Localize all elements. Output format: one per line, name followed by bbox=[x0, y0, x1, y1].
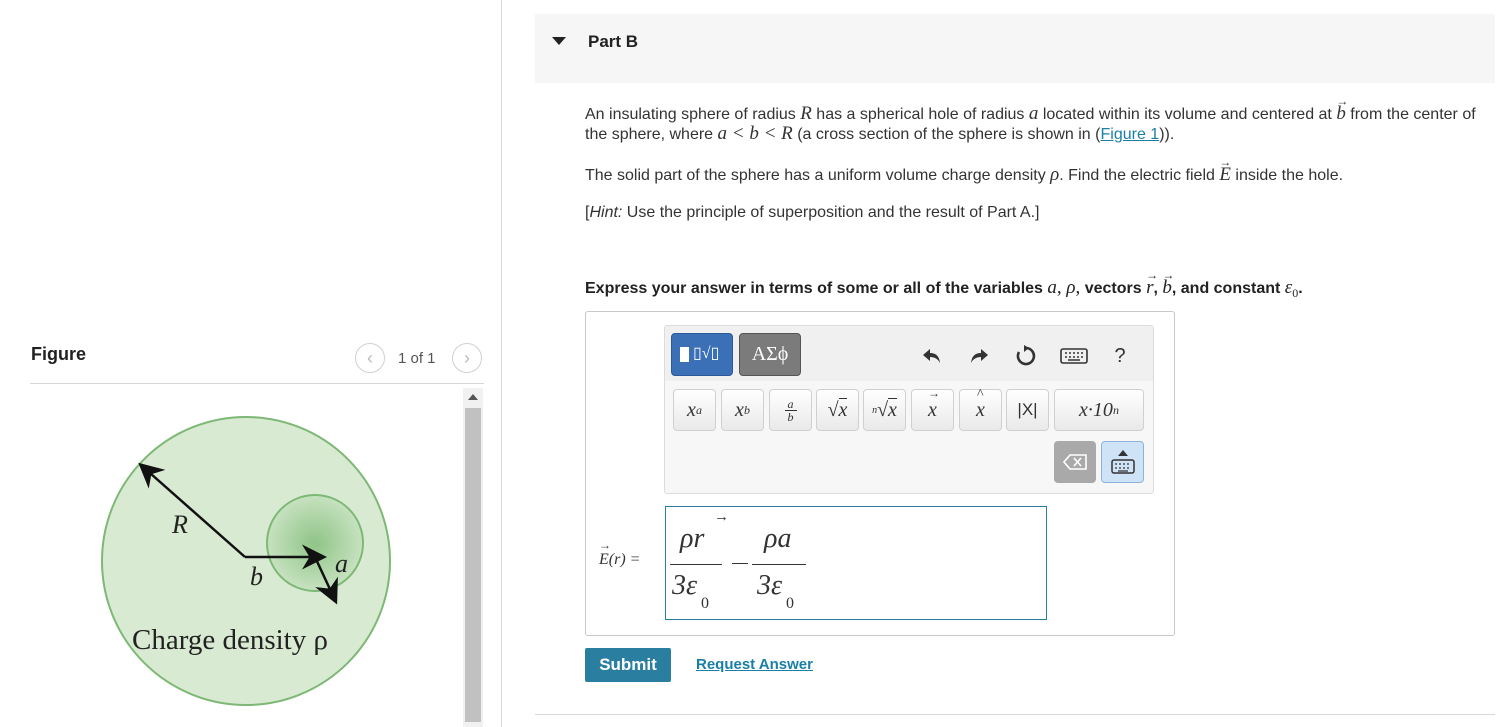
power-button[interactable]: xa bbox=[673, 389, 716, 431]
help-button[interactable]: ? bbox=[1106, 343, 1134, 369]
templates-button[interactable]: ▯√▯ bbox=[671, 333, 733, 376]
chevron-left-icon: ‹ bbox=[367, 347, 373, 368]
figure-caption: Charge density ρ bbox=[132, 624, 328, 656]
figure-link[interactable]: Figure 1 bbox=[1100, 126, 1159, 143]
sqrt-button[interactable]: √ x bbox=[816, 389, 859, 431]
numerator-1: ρr → bbox=[680, 509, 729, 554]
label-R: R bbox=[171, 510, 188, 539]
problem-text-line-3: The solid part of the sphere has a unifo… bbox=[585, 152, 1343, 186]
hint-text: [Hint: Use the principle of superpositio… bbox=[585, 204, 1040, 221]
pane-divider[interactable] bbox=[501, 0, 502, 727]
greek-symbols-button[interactable]: ΑΣϕ bbox=[739, 333, 801, 376]
keyboard-icon bbox=[1110, 459, 1135, 474]
keyboard-toggle-button[interactable] bbox=[1101, 441, 1144, 483]
request-answer-link[interactable]: Request Answer bbox=[696, 656, 813, 673]
part-title: Part B bbox=[588, 32, 639, 51]
backspace-icon bbox=[1063, 454, 1087, 470]
minus-sign bbox=[732, 563, 748, 564]
fraction-bar-1 bbox=[670, 564, 722, 565]
label-b: b bbox=[250, 562, 263, 591]
nth-root-button[interactable]: n √ x bbox=[863, 389, 906, 431]
answer-instructions: Express your answer in terms of some or … bbox=[585, 265, 1303, 303]
sphere-figure: R b a Charge density ρ bbox=[101, 416, 391, 706]
numerator-2: ρa bbox=[764, 523, 792, 554]
section-divider bbox=[535, 714, 1495, 715]
fraction-button[interactable]: ab bbox=[769, 389, 812, 431]
collapse-caret-icon[interactable] bbox=[552, 37, 566, 45]
keyboard-icon bbox=[1060, 348, 1088, 364]
caret-up-icon bbox=[1117, 450, 1128, 456]
vector-button[interactable]: x bbox=[911, 386, 954, 431]
label-a: a bbox=[335, 549, 348, 578]
denominator-2: 3ε0 bbox=[757, 570, 795, 612]
fraction-bar-2 bbox=[752, 564, 806, 565]
scientific-notation-button[interactable]: x·10 n bbox=[1054, 389, 1144, 431]
subscript-button[interactable]: xb bbox=[721, 389, 764, 431]
figure-prev-button[interactable]: ‹ bbox=[355, 343, 385, 373]
scroll-up-arrow[interactable] bbox=[463, 388, 483, 406]
reset-icon bbox=[1016, 345, 1036, 366]
figure-title: Figure bbox=[31, 344, 87, 364]
spherical-hole bbox=[266, 494, 364, 592]
keyboard-shortcuts-button[interactable] bbox=[1058, 343, 1090, 369]
denominator-1: 3ε0 bbox=[672, 570, 710, 612]
answer-label: E(r) = bbox=[599, 538, 640, 569]
chevron-right-icon: › bbox=[464, 347, 470, 368]
templates-icon: ▯√▯ bbox=[678, 338, 726, 371]
absolute-value-button[interactable]: |X| bbox=[1006, 389, 1049, 431]
unit-vector-button[interactable]: x ^ bbox=[959, 387, 1002, 431]
part-header[interactable] bbox=[535, 14, 1495, 83]
figure-counter: 1 of 1 bbox=[398, 350, 436, 367]
scroll-thumb[interactable] bbox=[465, 408, 481, 722]
redo-icon bbox=[971, 349, 988, 363]
undo-button[interactable] bbox=[918, 343, 946, 369]
problem-text-line-2: the sphere, where a < b < R (a cross sec… bbox=[585, 123, 1175, 144]
answer-input[interactable]: ρr → 3ε0 ρa 3ε0 bbox=[665, 506, 1047, 620]
figure-divider bbox=[30, 383, 484, 384]
submit-button[interactable]: Submit bbox=[585, 648, 671, 682]
backspace-button[interactable] bbox=[1054, 441, 1096, 483]
figure-next-button[interactable]: › bbox=[452, 343, 482, 373]
redo-button[interactable] bbox=[965, 343, 993, 369]
undo-icon bbox=[923, 349, 940, 363]
problem-text-line-1: An insulating sphere of radius R has a s… bbox=[585, 91, 1476, 125]
reset-button[interactable] bbox=[1012, 343, 1040, 369]
svg-text:▯√▯: ▯√▯ bbox=[693, 345, 719, 362]
